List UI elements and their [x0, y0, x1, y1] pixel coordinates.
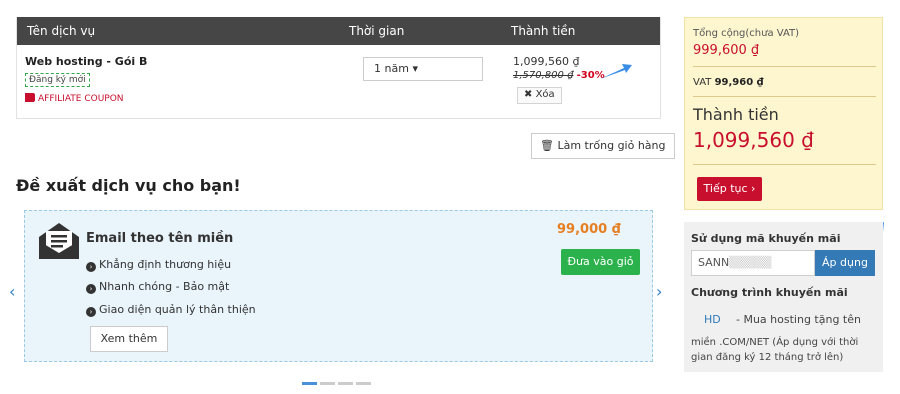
continue-button[interactable]: Tiếp tục ›: [697, 177, 762, 201]
carousel-dot[interactable]: [338, 382, 353, 385]
vat-line: VAT 99,960 ₫: [693, 77, 764, 88]
feature-item: › Giao diện quản lý thân thiện: [86, 303, 256, 317]
header-service: Tên dịch vụ: [27, 24, 96, 38]
service-name[interactable]: Web hosting - Gói B: [25, 55, 147, 68]
close-icon: ✖: [524, 89, 536, 100]
suggestion-card: Email theo tên miền › Khẳng định thương h…: [24, 210, 653, 362]
feature-label: Khẳng định thương hiệu: [99, 258, 232, 271]
carousel-prev-icon[interactable]: ‹: [9, 282, 15, 301]
carousel-dot[interactable]: [320, 382, 335, 385]
empty-cart-label: Làm trống giỏ hàng: [557, 139, 666, 152]
card-price: 99,000 ₫: [557, 222, 621, 237]
promo-code-blurred: ▒▒▒▒▒: [729, 256, 772, 269]
affiliate-coupon: AFFILIATE COUPON: [25, 93, 124, 104]
program-title: Chương trình khuyến mãi: [691, 286, 848, 299]
item-price: 1,099,560 ₫: [513, 55, 580, 68]
program-desc-line2: miền .COM/NET (Áp dụng với thời gian đăn…: [691, 337, 859, 363]
coupon-label: AFFILIATE COUPON: [38, 94, 124, 104]
old-price: 1,570,800 ₫: [513, 70, 574, 81]
vat-value: 99,960 ₫: [714, 77, 764, 88]
empty-cart-button[interactable]: 🗑 Làm trống giỏ hàng: [531, 133, 675, 159]
see-more-button[interactable]: Xem thêm: [90, 326, 168, 352]
carousel-dots: [302, 375, 374, 388]
order-summary: Tổng cộng(chưa VAT) 999,600 ₫ VAT 99,960…: [684, 17, 883, 210]
cart-table: Tên dịch vụ Thời gian Thành tiền Web hos…: [16, 17, 661, 119]
old-price-line: 1,570,800 ₫ -30%: [513, 70, 605, 81]
carousel-dot[interactable]: [302, 382, 317, 385]
apply-button[interactable]: Áp dụng: [815, 250, 875, 276]
promo-code-value: SANN: [698, 256, 730, 269]
program-code-link[interactable]: HD: [704, 313, 721, 326]
carousel-next-icon[interactable]: ›: [656, 282, 662, 301]
arrow-circle-icon: ›: [86, 307, 96, 317]
arrow-circle-icon: ›: [86, 284, 96, 294]
subtotal-value: 999,600 ₫: [693, 43, 760, 58]
registration-badge: Đăng ký mới: [25, 73, 90, 87]
promo-title: Sử dụng mã khuyến mãi: [691, 232, 841, 245]
divider: [693, 96, 876, 97]
feature-item: › Nhanh chóng - Bảo mật: [86, 280, 229, 294]
total-label: Thành tiền: [693, 105, 779, 124]
divider: [693, 66, 876, 67]
feature-label: Nhanh chóng - Bảo mật: [99, 280, 230, 293]
feature-label: Giao diện quản lý thân thiện: [99, 303, 256, 316]
cart-header: Tên dịch vụ Thời gian Thành tiền: [17, 17, 660, 45]
promo-box: Sử dụng mã khuyến mãi SANN▒▒▒▒▒ Áp dụng …: [684, 222, 883, 372]
total-value: 1,099,560 ₫: [693, 128, 814, 152]
remove-button[interactable]: ✖ Xóa: [517, 87, 562, 104]
tag-icon: [25, 93, 35, 102]
promo-code-input[interactable]: SANN▒▒▒▒▒: [691, 250, 815, 276]
header-time: Thời gian: [349, 24, 405, 38]
feature-item: › Khẳng định thương hiệu: [86, 258, 231, 272]
arrow-circle-icon: ›: [86, 262, 96, 272]
envelope-icon: [39, 223, 79, 259]
pointer-arrow-icon: [600, 64, 632, 79]
card-title: Email theo tên miền: [86, 231, 234, 246]
carousel-dot[interactable]: [356, 382, 371, 385]
subtotal-label: Tổng cộng(chưa VAT): [693, 28, 800, 39]
header-total: Thành tiền: [511, 24, 576, 38]
period-select[interactable]: 1 năm ▾: [363, 57, 483, 81]
remove-label: Xóa: [535, 89, 555, 100]
period-value: 1 năm: [374, 62, 409, 75]
cart-row: Web hosting - Gói B Đăng ký mới AFFILIAT…: [17, 45, 660, 118]
vat-label: VAT: [693, 77, 712, 88]
suggest-title: Đề xuất dịch vụ cho bạn!: [16, 176, 241, 195]
caret-down-icon: ▾: [412, 62, 418, 75]
divider: [693, 164, 876, 165]
program-desc-line1: - Mua hosting tặng tên: [736, 313, 861, 326]
trash-icon: 🗑: [540, 139, 558, 152]
add-to-cart-button[interactable]: Đưa vào giỏ: [561, 249, 640, 275]
